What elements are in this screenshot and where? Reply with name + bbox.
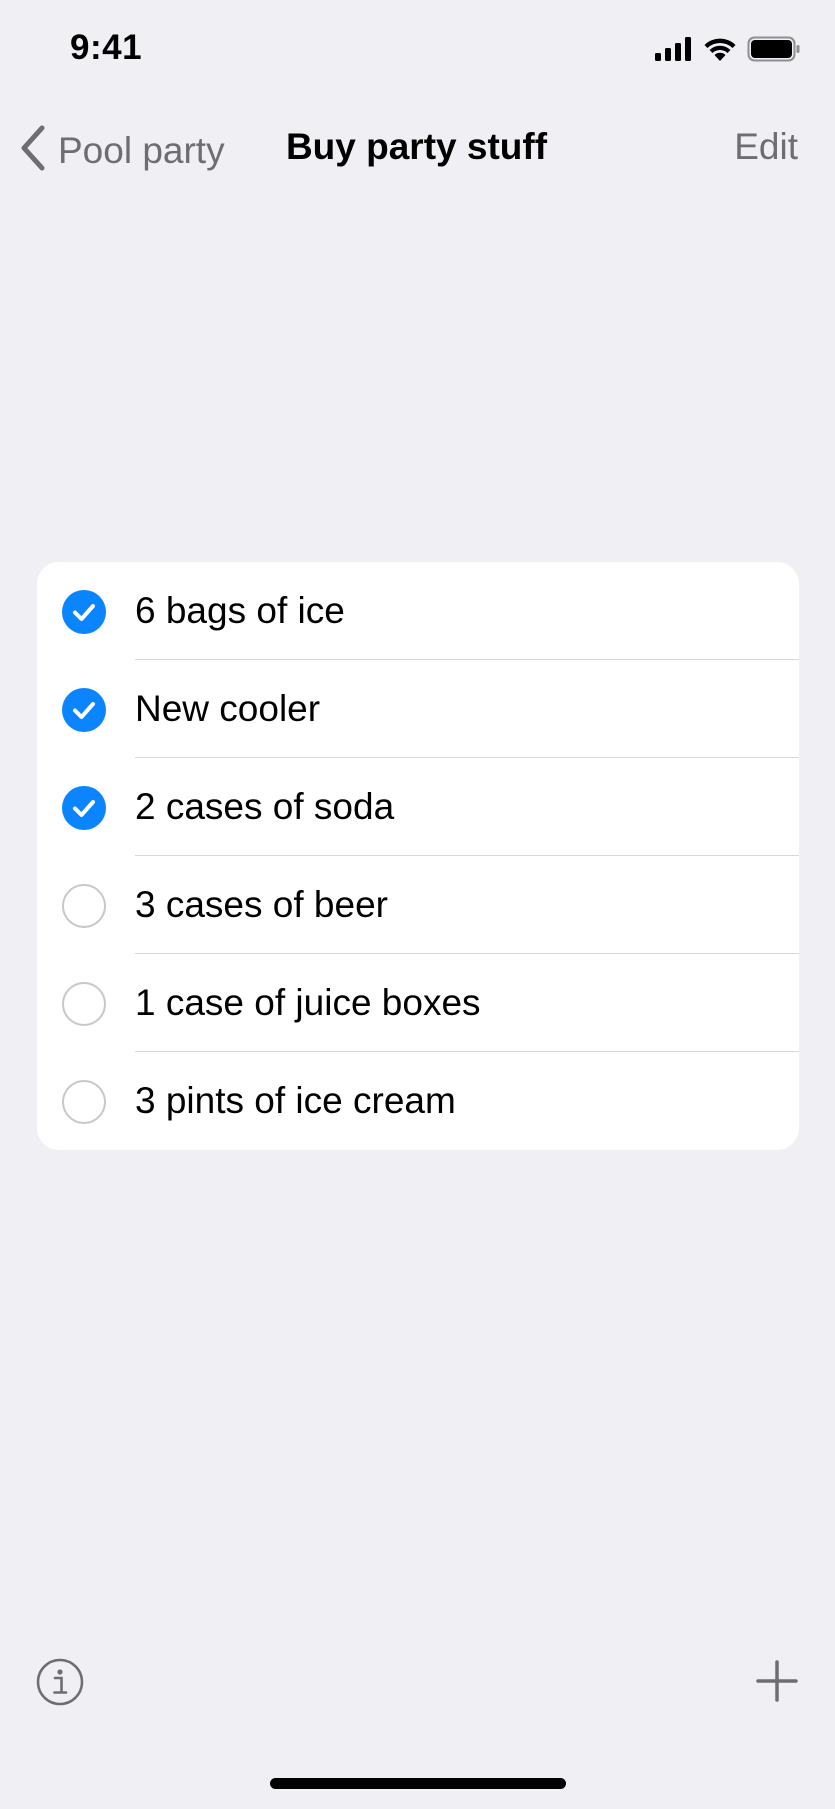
list-item[interactable]: 3 pints of ice cream	[37, 1052, 799, 1150]
item-label: 3 pints of ice cream	[135, 1080, 456, 1121]
home-indicator	[270, 1778, 566, 1789]
list-item[interactable]: 3 cases of beer	[37, 856, 799, 954]
item-label: 1 case of juice boxes	[135, 982, 481, 1023]
item-label: New cooler	[135, 688, 321, 729]
list-item[interactable]: 2 cases of soda	[37, 758, 799, 856]
plus-icon	[756, 1660, 798, 1706]
status-bar: 9:41	[0, 0, 835, 102]
checkbox-checked-icon[interactable]	[62, 688, 106, 732]
wifi-icon	[703, 36, 737, 67]
info-button[interactable]	[36, 1658, 84, 1706]
list-item[interactable]: 6 bags of ice	[37, 562, 799, 660]
edit-button[interactable]: Edit	[734, 126, 798, 168]
battery-icon	[747, 36, 801, 67]
checkbox-empty-icon[interactable]	[62, 1080, 106, 1124]
navigation-bar: Pool party Buy party stuff Edit	[0, 102, 835, 202]
checkbox-empty-icon[interactable]	[62, 982, 106, 1026]
checkbox-checked-icon[interactable]	[62, 786, 106, 830]
add-button[interactable]	[756, 1660, 798, 1702]
list-item[interactable]: 1 case of juice boxes	[37, 954, 799, 1052]
checklist: 6 bags of ice New cooler 2 cases of soda…	[37, 562, 799, 1150]
checkbox-empty-icon[interactable]	[62, 884, 106, 928]
status-time: 9:41	[70, 28, 143, 67]
bottom-toolbar	[0, 1640, 835, 1730]
list-item[interactable]: New cooler	[37, 660, 799, 758]
item-label: 6 bags of ice	[135, 590, 345, 631]
info-icon	[36, 1658, 84, 1710]
page-title: Buy party stuff	[285, 126, 548, 167]
cellular-signal-icon	[655, 37, 693, 66]
item-label: 3 cases of beer	[135, 884, 388, 925]
status-icons	[655, 36, 801, 67]
item-label: 2 cases of soda	[135, 786, 395, 827]
checkbox-checked-icon[interactable]	[62, 590, 106, 634]
